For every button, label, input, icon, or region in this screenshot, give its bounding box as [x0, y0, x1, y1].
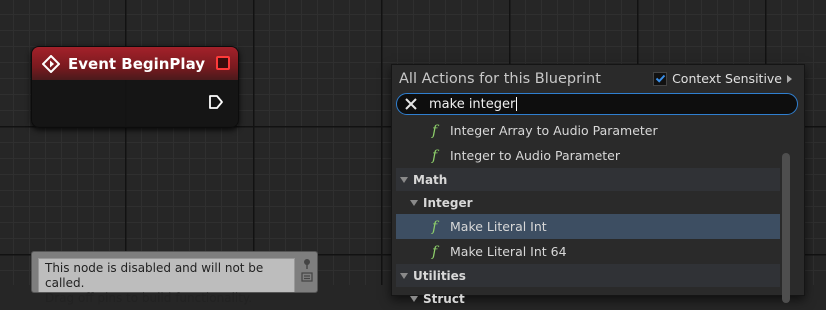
category-label: Utilities [413, 268, 466, 283]
event-node-header[interactable]: Event BeginPlay [32, 47, 238, 80]
list-item[interactable]: f Integer to Audio Parameter [396, 143, 780, 168]
clear-search-icon[interactable] [403, 96, 419, 112]
event-diamond-icon [42, 54, 60, 73]
action-search-field[interactable]: make integer [396, 93, 798, 115]
category-label: Math [413, 172, 448, 187]
collapse-triangle-icon[interactable] [410, 295, 418, 302]
context-sensitive-checkbox[interactable] [653, 71, 668, 86]
list-item-label: Integer to Audio Parameter [450, 148, 620, 163]
collapse-icon[interactable] [301, 272, 313, 282]
action-menu-header: All Actions for this Blueprint Context S… [392, 65, 804, 92]
list-item[interactable]: f Make Literal Int 64 [396, 239, 780, 264]
context-sensitive-label: Context Sensitive [672, 71, 782, 86]
comment-line-2: Drag off pins to build functionality. [45, 291, 253, 305]
delegate-pin-icon[interactable] [216, 56, 230, 70]
event-node-title: Event BeginPlay [68, 54, 206, 73]
category-label: Integer [423, 195, 473, 210]
list-item-selected[interactable]: f Make Literal Int [396, 214, 780, 239]
category-utilities[interactable]: Utilities [396, 264, 780, 287]
expand-arrow-icon[interactable] [787, 74, 792, 83]
list-scrollbar[interactable] [782, 153, 790, 303]
list-item[interactable]: f Integer Array to Audio Parameter [396, 118, 780, 143]
list-item-label: Make Literal Int [450, 219, 547, 234]
context-sensitive-toggle[interactable]: Context Sensitive [653, 71, 792, 86]
category-math[interactable]: Math [396, 168, 780, 191]
category-struct[interactable]: Struct [396, 287, 780, 310]
function-icon: f [432, 218, 438, 235]
action-list[interactable]: f Integer Array to Audio Parameter f Int… [396, 118, 780, 310]
disabled-node-comment[interactable]: This node is disabled and will not be ca… [31, 251, 318, 305]
event-beginplay-node[interactable]: Event BeginPlay [31, 46, 239, 128]
collapse-triangle-icon[interactable] [400, 176, 408, 183]
pin-icon[interactable] [301, 258, 313, 270]
comment-line-1: This node is disabled and will not be ca… [45, 261, 264, 290]
function-icon: f [432, 243, 438, 260]
collapse-triangle-icon[interactable] [410, 199, 418, 206]
checkmark-icon [655, 74, 665, 83]
list-item-label: Make Literal Int 64 [450, 244, 567, 259]
comment-text-box: This node is disabled and will not be ca… [38, 258, 295, 305]
collapse-triangle-icon[interactable] [400, 272, 408, 279]
list-item-label: Integer Array to Audio Parameter [450, 123, 658, 138]
exec-output-pin-icon[interactable] [208, 94, 224, 110]
category-integer[interactable]: Integer [396, 191, 780, 214]
category-label: Struct [423, 291, 465, 306]
action-menu-title: All Actions for this Blueprint [399, 70, 601, 87]
text-caret [516, 97, 518, 111]
function-icon: f [432, 147, 438, 164]
blueprint-action-menu[interactable]: All Actions for this Blueprint Context S… [391, 64, 805, 306]
function-icon: f [432, 122, 438, 139]
search-input[interactable]: make integer [429, 97, 515, 112]
